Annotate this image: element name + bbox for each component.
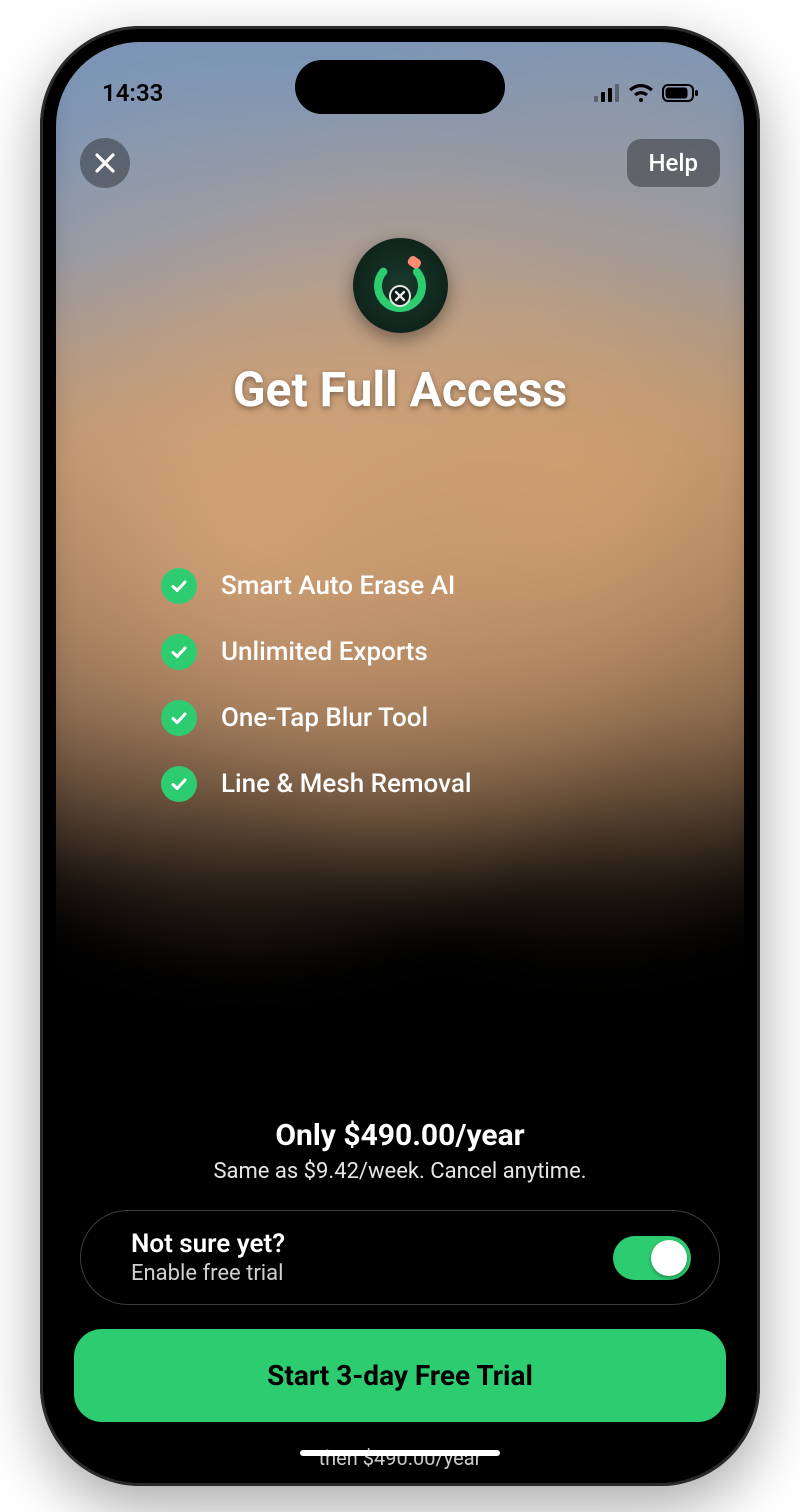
- price-sub: Same as $9.42/week. Cancel anytime.: [86, 1159, 714, 1184]
- help-button[interactable]: Help: [627, 139, 721, 187]
- status-icons: [594, 83, 698, 103]
- app-icon: [353, 238, 448, 333]
- feature-label: Line & Mesh Removal: [221, 769, 471, 799]
- start-trial-button[interactable]: Start 3-day Free Trial: [74, 1329, 726, 1422]
- free-trial-toggle[interactable]: [613, 1236, 691, 1280]
- pricing: Only $490.00/year Same as $9.42/week. Ca…: [56, 1118, 744, 1184]
- screen: 14:33 Help: [56, 42, 744, 1470]
- trial-text: Not sure yet? Enable free trial: [131, 1229, 285, 1286]
- feature-label: Unlimited Exports: [221, 637, 428, 667]
- trial-sub: Enable free trial: [131, 1261, 285, 1286]
- check-icon: [161, 634, 197, 670]
- close-button[interactable]: [80, 138, 130, 188]
- feature-label: One-Tap Blur Tool: [221, 703, 428, 733]
- wifi-icon: [628, 83, 654, 103]
- feature-label: Smart Auto Erase AI: [221, 571, 455, 601]
- trial-box: Not sure yet? Enable free trial: [80, 1210, 720, 1305]
- feature-item: Smart Auto Erase AI: [161, 568, 639, 604]
- feature-item: One-Tap Blur Tool: [161, 700, 639, 736]
- close-icon: [94, 152, 116, 174]
- battery-icon: [662, 84, 698, 102]
- cellular-icon: [594, 84, 620, 102]
- top-bar: Help: [56, 122, 744, 188]
- trial-question: Not sure yet?: [131, 1229, 285, 1259]
- feature-item: Line & Mesh Removal: [161, 766, 639, 802]
- check-icon: [161, 766, 197, 802]
- hero: Get Full Access: [56, 238, 744, 418]
- check-icon: [161, 568, 197, 604]
- phone-frame: 14:33 Help: [40, 26, 760, 1486]
- toggle-knob: [651, 1240, 687, 1276]
- check-icon: [161, 700, 197, 736]
- dynamic-island: [295, 60, 505, 114]
- status-time: 14:33: [102, 79, 163, 107]
- page-title: Get Full Access: [233, 361, 567, 418]
- home-indicator[interactable]: [300, 1450, 500, 1456]
- feature-item: Unlimited Exports: [161, 634, 639, 670]
- feature-list: Smart Auto Erase AI Unlimited Exports On…: [56, 568, 744, 802]
- price-main: Only $490.00/year: [86, 1118, 714, 1153]
